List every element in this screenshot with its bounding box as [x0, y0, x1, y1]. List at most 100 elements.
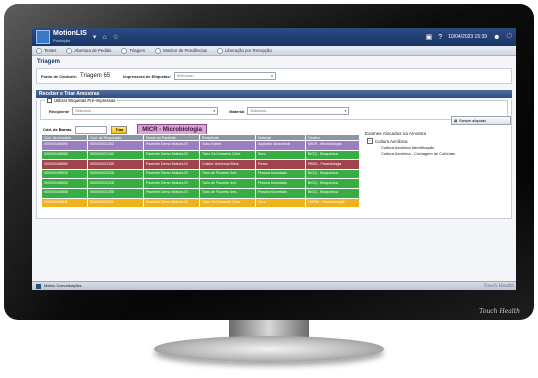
table-cell: Paciente Demo MotionLIS: [143, 197, 200, 209]
table-cell: 000000408855: [41, 187, 88, 199]
material-select[interactable]: Selecione... ▾: [247, 107, 350, 115]
table-cell: Soro: [255, 149, 306, 161]
table-row[interactable]: 000000408855 500000031308 Paciente Demo Mo…: [41, 187, 360, 199]
ponto-label: Ponto de Controle:: [41, 73, 77, 79]
checkbox-icon[interactable]: [47, 98, 52, 103]
table-row[interactable]: 000000408990 500000031342 Paciente Demo Mo…: [41, 140, 360, 151]
nav-label: Monitor de Pendências: [163, 48, 208, 53]
table-cell: 000000408930: [41, 168, 88, 180]
star-icon[interactable]: ☆: [113, 33, 119, 41]
triar-button[interactable]: Triar: [111, 125, 128, 134]
app-subtitle: Produção: [53, 38, 71, 43]
control-point-box: Ponto de Controle: Triagem 65 Impressora…: [36, 68, 512, 84]
chevron-down-icon: ▾: [213, 109, 216, 113]
monitor-stand: [154, 336, 384, 362]
table-cell: 500000031342: [87, 140, 144, 151]
user-icon[interactable]: ☻: [493, 34, 500, 41]
exam-group-label: Cultura Aeróbica: [375, 138, 408, 144]
exams-title: Exames Alocados na Amostra: [365, 131, 427, 136]
table-row[interactable]: 000000408900 500000031328 Paciente Demo Mo…: [41, 178, 360, 189]
monitor-bezel: Touch Health MotionLIS Produção ▾ ⌂ ☆ ▣ …: [4, 4, 534, 320]
table-cell: 500000031320: [87, 197, 144, 209]
table-row[interactable]: 000000408811 500000031320 Paciente Demo Mo…: [41, 197, 360, 209]
table-cell: Paciente Demo MotionLIS: [143, 149, 200, 161]
table-cell: Plasma fluoretado: [255, 168, 306, 180]
romper-label: Romper alíquotas: [459, 118, 486, 123]
chevron-down-icon: ▾: [344, 109, 347, 113]
table-cell: Tubo de Fluoreto 4mL: [199, 187, 256, 199]
nav-item-abertura[interactable]: Abertura de Pedido: [66, 47, 111, 54]
table-cell: BIOQ - Bioquímica: [305, 178, 360, 189]
table-cell: MICR - Microbiologia: [305, 140, 360, 151]
table-cell: Plasma fluoretado: [255, 187, 306, 199]
table-cell: Aspirado Abdominal: [255, 140, 306, 151]
monitor-icon[interactable]: ▣: [426, 33, 433, 41]
exam-group[interactable]: − Cultura Aeróbica: [367, 138, 513, 144]
logout-icon[interactable]: ⏻: [506, 33, 512, 41]
collapse-icon[interactable]: −: [367, 138, 373, 144]
table-cell: Tubo de Fluoreto 4mL: [199, 178, 256, 189]
table-cell: 000000408980: [41, 149, 88, 161]
nav-label: Liberação por Recepção: [225, 48, 272, 53]
chevron-down-icon[interactable]: ▾: [93, 33, 97, 41]
impressora-select[interactable]: Selecione... ▾: [173, 72, 276, 80]
triar-label: Triar: [115, 127, 124, 132]
panel-header: Receber e Triar Amostras: [36, 90, 512, 98]
radio-icon: [121, 47, 128, 54]
table-cell: 500000031328: [87, 168, 144, 180]
status-text: Motion Comunicações: [44, 284, 82, 288]
nav-item-testes[interactable]: Testes: [36, 47, 56, 54]
nav-item-triagem[interactable]: Triagem: [121, 47, 146, 54]
table-cell: 000000408811: [41, 197, 88, 209]
title-bar: MotionLIS Produção ▾ ⌂ ☆ ▣ ? 10/04/2023 …: [32, 28, 516, 46]
table-cell: Fezes: [255, 159, 306, 170]
help-icon[interactable]: ?: [438, 34, 442, 41]
barcode-input[interactable]: [75, 125, 108, 134]
table-cell: Tubo de Fluoreto 4mL: [199, 168, 256, 180]
table-cell: BIOQ - Bioquímica: [305, 149, 360, 161]
table-cell: Paciente Demo MotionLIS: [143, 178, 200, 189]
material-value: Selecione...: [250, 109, 270, 113]
exam-item[interactable]: Cultura Aeróbica - Contagem de Colônias: [381, 151, 513, 156]
table-body: 000000408990 500000031342 Paciente Demo Mo…: [41, 140, 360, 209]
table-row[interactable]: 000000408960 500000031335 Paciente Demo Mo…: [41, 159, 360, 170]
exam-item[interactable]: Cultura Aeróbica Identificação: [381, 145, 513, 150]
table-row[interactable]: 000000408930 500000031328 Paciente Demo Mo…: [41, 168, 360, 180]
chevron-down-icon: ▾: [271, 74, 273, 78]
romper-button[interactable]: ▤ Romper alíquotas: [451, 116, 511, 125]
home-icon[interactable]: ⌂: [102, 34, 106, 41]
table-cell: Soro: [255, 197, 306, 209]
radio-icon: [36, 47, 42, 54]
table-cell: Tubo Gel Amarelo 10mL: [199, 197, 256, 209]
recipiente-select[interactable]: Selecione... ▾: [72, 107, 219, 115]
title-bar-right: ▣ ? 10/04/2023 15:39 ☻ ⏻: [426, 33, 512, 41]
app-logo-icon: [36, 30, 50, 44]
app-name-text: MotionLIS: [53, 30, 87, 37]
datetime: 10/04/2023 15:39: [448, 34, 488, 40]
app-screen: MotionLIS Produção ▾ ⌂ ☆ ▣ ? 10/04/2023 …: [32, 28, 516, 290]
table-cell: BIOQ - Bioquímica: [305, 168, 360, 180]
table-row[interactable]: 000000408980 500000031342 Paciente Demo Mo…: [41, 149, 360, 161]
ponto-value: Triagem 65: [80, 73, 111, 79]
table-cell: HORM - Hormonologia: [305, 197, 360, 209]
radio-icon: [155, 47, 162, 54]
table-cell: Plasma fluoretado: [255, 178, 306, 189]
table-cell: Tubo Estéril: [199, 140, 256, 151]
status-logo: Touch Health: [483, 283, 514, 289]
table-cell: BIOQ - Bioquímica: [305, 187, 360, 199]
table-cell: Tubo Gel Amarelo 10mL: [199, 149, 256, 161]
nav-item-monitor[interactable]: Monitor de Pendências: [155, 47, 208, 54]
exams-pane: ▤ Romper alíquotas Exames Alocados na Amo…: [365, 116, 513, 156]
recipiente-label: Recipiente: [49, 108, 70, 114]
table-cell: Coletor Universal 80mL: [199, 159, 256, 170]
radio-icon: [217, 47, 224, 54]
status-bar: Motion Comunicações Touch Health: [32, 281, 516, 290]
status-icon: [36, 283, 41, 289]
nav-label: Triagem: [129, 48, 146, 53]
barcode-label: Cód. de Barras: [43, 127, 72, 132]
impressora-value: Selecione...: [176, 74, 196, 78]
legend-text: Utilizar Etiquetas Pré-Impressas: [54, 98, 116, 103]
pre-printed-legend[interactable]: Utilizar Etiquetas Pré-Impressas: [45, 98, 118, 103]
table-cell: 000000408960: [41, 159, 88, 170]
nav-item-liberacao[interactable]: Liberação por Recepção: [217, 47, 272, 54]
